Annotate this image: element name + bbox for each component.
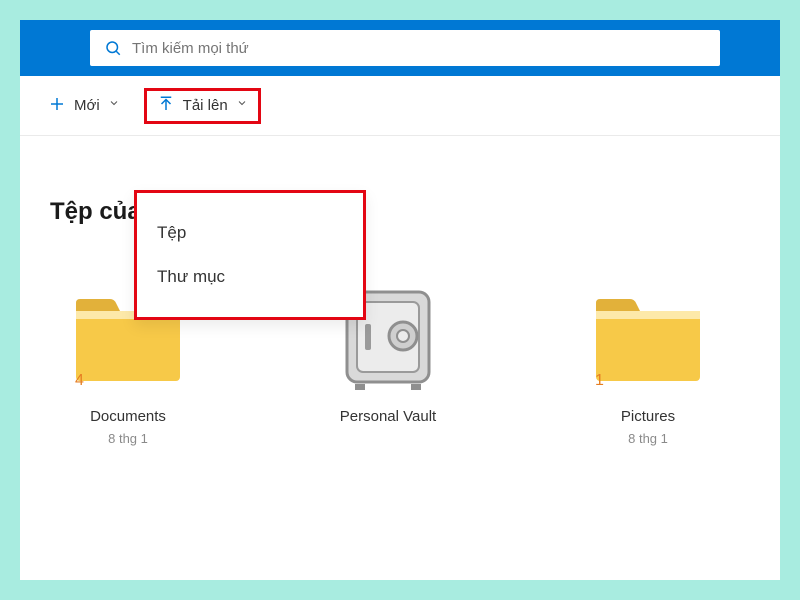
app-window: Mới Tải lên: [20, 20, 780, 580]
search-input[interactable]: [132, 40, 706, 57]
folder-item-pictures[interactable]: 1 Pictures 8 thg 1: [578, 284, 718, 446]
item-name: Documents: [90, 408, 166, 425]
new-button[interactable]: Mới: [38, 89, 130, 123]
folder-icon: 1: [583, 284, 713, 394]
search-box[interactable]: [90, 30, 720, 66]
search-icon: [104, 39, 122, 57]
header-bar: [20, 20, 780, 76]
folder-count: 1: [595, 372, 604, 390]
folder-count: 4: [75, 372, 84, 390]
chevron-down-icon: [108, 96, 120, 113]
item-name: Pictures: [621, 408, 675, 425]
upload-dropdown: Tệp Thư mục: [134, 190, 366, 320]
toolbar: Mới Tải lên: [20, 76, 780, 136]
new-button-label: Mới: [74, 97, 100, 114]
upload-button-label: Tải lên: [183, 97, 228, 114]
upload-icon: [157, 95, 175, 117]
item-name: Personal Vault: [340, 408, 436, 425]
upload-button[interactable]: Tải lên: [144, 88, 261, 124]
content-area: Tệp Thư mục Tệp của 4 Documents 8 thg 1: [20, 198, 780, 446]
plus-icon: [48, 95, 66, 117]
item-date: 8 thg 1: [628, 431, 668, 446]
dropdown-item-folder[interactable]: Thư mục: [157, 255, 343, 299]
item-date: 8 thg 1: [108, 431, 148, 446]
chevron-down-icon: [236, 96, 248, 113]
dropdown-item-file[interactable]: Tệp: [157, 211, 343, 255]
